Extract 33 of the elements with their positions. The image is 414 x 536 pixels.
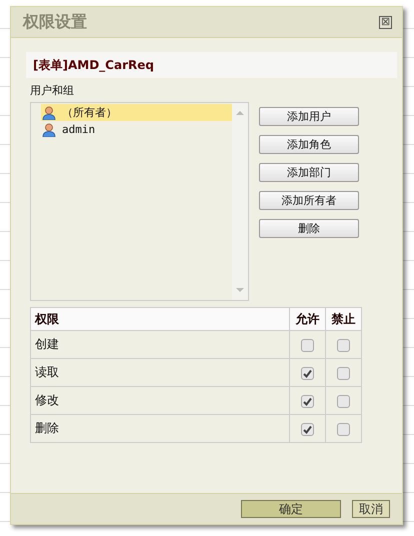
table-cell: 创建 bbox=[30, 330, 290, 358]
checkbox[interactable] bbox=[337, 394, 350, 408]
action-button[interactable]: 添加所有者 bbox=[259, 191, 359, 210]
checkbox[interactable] bbox=[301, 422, 314, 436]
column-header: 权限 bbox=[30, 308, 290, 330]
user-item[interactable]: admin bbox=[41, 121, 232, 138]
users-label: 用户和组 bbox=[30, 83, 75, 98]
action-button[interactable]: 删除 bbox=[259, 219, 359, 238]
checkbox[interactable] bbox=[337, 366, 350, 380]
action-button[interactable]: 添加角色 bbox=[259, 135, 359, 154]
checkbox[interactable] bbox=[301, 366, 314, 380]
window-title: 权限设置 bbox=[23, 12, 87, 32]
scrollbar[interactable] bbox=[232, 103, 248, 300]
table-cell: 读取 bbox=[30, 358, 290, 386]
scroll-up-icon[interactable] bbox=[236, 110, 244, 116]
checkbox[interactable] bbox=[337, 338, 350, 352]
cancel-button[interactable]: 取消 bbox=[352, 500, 390, 518]
checkbox[interactable] bbox=[337, 422, 350, 436]
checkbox[interactable] bbox=[301, 394, 314, 408]
column-header: 允许 bbox=[290, 308, 326, 330]
table-cell: 删除 bbox=[30, 414, 290, 442]
user-icon bbox=[42, 106, 56, 120]
user-item[interactable]: （所有者） bbox=[41, 104, 232, 121]
column-header: 禁止 bbox=[326, 308, 362, 330]
scroll-down-icon[interactable] bbox=[236, 287, 244, 293]
form-name: [表单]AMD_CarReq bbox=[26, 52, 397, 78]
close-button[interactable]: ⊠ bbox=[379, 16, 392, 28]
table-cell: 修改 bbox=[30, 386, 290, 414]
action-button[interactable]: 添加用户 bbox=[259, 107, 359, 126]
action-button[interactable]: 添加部门 bbox=[259, 163, 359, 182]
checkbox[interactable] bbox=[301, 338, 314, 352]
user-icon bbox=[42, 122, 56, 136]
ok-button[interactable]: 确定 bbox=[241, 500, 341, 518]
